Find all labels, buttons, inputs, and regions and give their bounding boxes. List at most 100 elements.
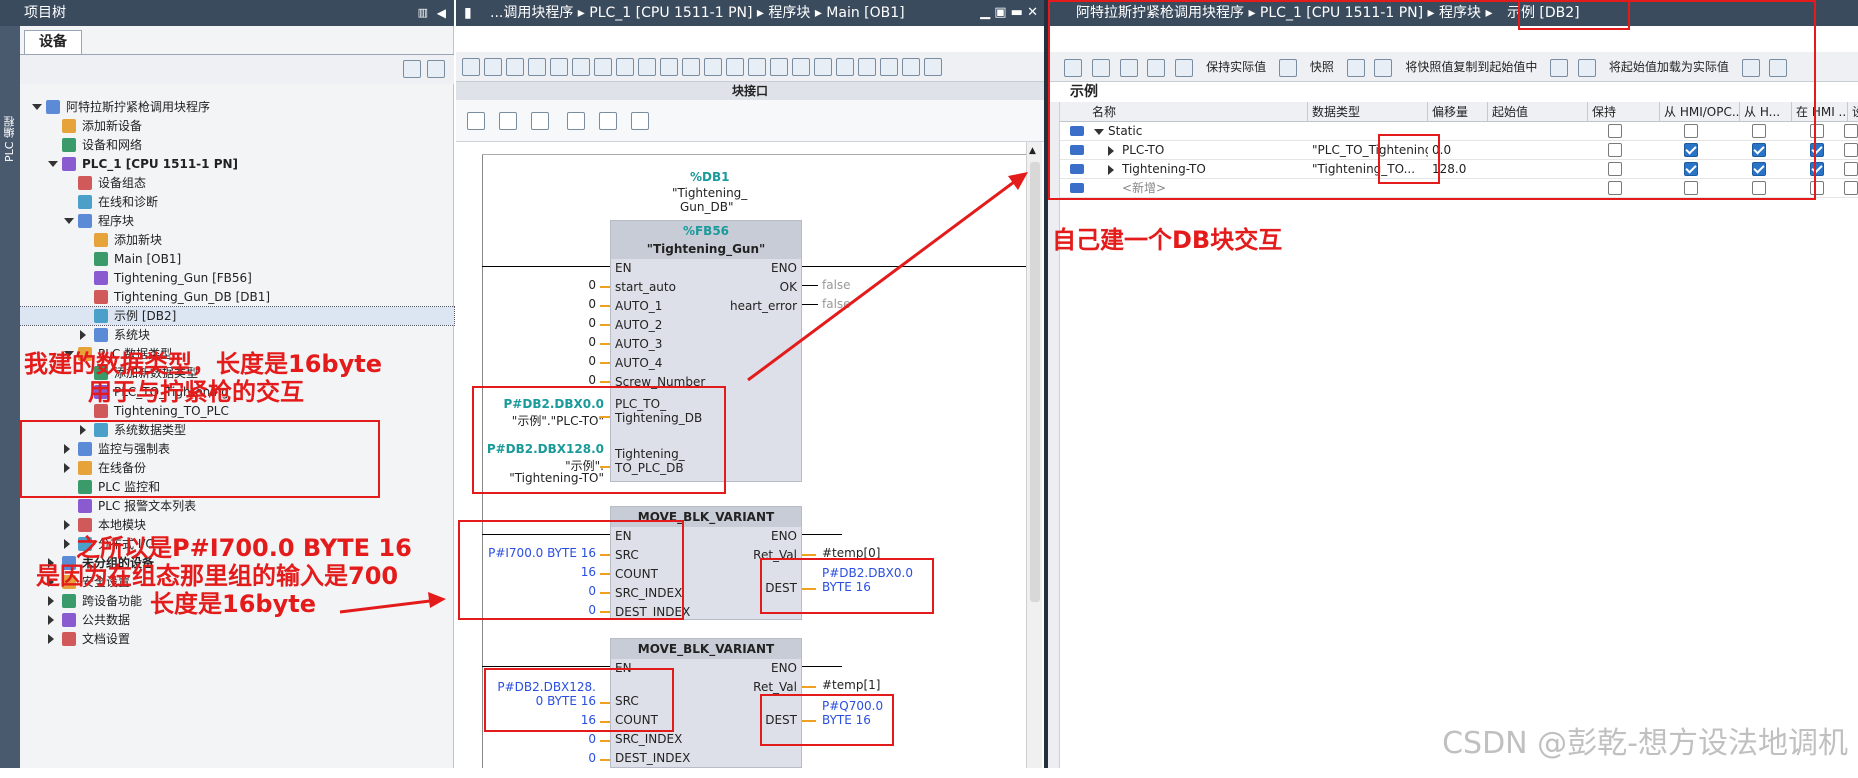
orange-wire — [802, 686, 816, 688]
collapse-icon[interactable]: ◀ — [437, 0, 446, 26]
collapsed-arrow-icon[interactable] — [48, 634, 54, 644]
no-contact-icon[interactable] — [467, 112, 485, 130]
editor-tool-icon[interactable] — [748, 58, 766, 76]
db-table: 名称 数据类型 偏移量 起始值 保持 从 HMI/OPC... 从 H... 在… — [1048, 102, 1858, 768]
checkbox[interactable] — [1844, 143, 1858, 157]
editor-tool-icon[interactable] — [726, 58, 744, 76]
tree-item[interactable]: Main [OB1] — [20, 250, 454, 268]
tree-item[interactable]: 示例 [DB2] — [19, 306, 455, 326]
collapsed-arrow-icon[interactable] — [80, 330, 86, 340]
close-branch-icon[interactable] — [631, 112, 649, 130]
db-gutter — [1048, 102, 1060, 768]
fb-pin-auto4: AUTO_4 — [615, 356, 663, 370]
table-view-icon[interactable] — [403, 60, 421, 78]
network-view-icon[interactable] — [427, 60, 445, 78]
tree-item[interactable]: 程序块 — [20, 212, 454, 230]
tree-item[interactable]: Tightening_Gun [FB56] — [20, 269, 454, 287]
move2-en-wire — [482, 666, 610, 667]
tree-item-label: 设备组态 — [98, 176, 147, 190]
editor-tool-icon[interactable] — [506, 58, 524, 76]
fb-out-val-ok: false — [822, 278, 851, 292]
editor-tool-icon[interactable] — [550, 58, 568, 76]
eno-wire — [802, 266, 1026, 267]
editor-tool-icon[interactable] — [638, 58, 656, 76]
move2-retval-val: #temp[1] — [822, 678, 881, 692]
tree-item[interactable]: PLC_1 [CPU 1511-1 PN] — [20, 155, 454, 173]
editor-tool-icon[interactable] — [462, 58, 480, 76]
tree-node-icon — [94, 309, 108, 323]
coil-icon[interactable] — [531, 112, 549, 130]
col-setpoint[interactable]: 设定值 — [1848, 102, 1858, 122]
collapsed-arrow-icon[interactable] — [48, 615, 54, 625]
tree-node-icon — [46, 100, 60, 114]
editor-tool-icon[interactable] — [880, 58, 898, 76]
editor-tool-icon[interactable] — [660, 58, 678, 76]
editor-tool-icon[interactable] — [792, 58, 810, 76]
editor-tool-icon[interactable] — [616, 58, 634, 76]
empty-box-icon[interactable] — [567, 112, 585, 130]
editor-tool-icon[interactable] — [594, 58, 612, 76]
tree-item-label: 跨设备功能 — [82, 594, 143, 608]
tab-devices[interactable]: 设备 — [24, 30, 82, 54]
scroll-thumb[interactable] — [1030, 162, 1040, 602]
checkbox[interactable] — [1844, 124, 1858, 138]
editor-tool-icon[interactable] — [902, 58, 920, 76]
move2-pin-src-index: SRC_INDEX — [615, 732, 683, 746]
editor-tool-icon[interactable] — [770, 58, 788, 76]
tree-item[interactable]: 添加新块 — [20, 231, 454, 249]
expanded-arrow-icon[interactable] — [32, 104, 42, 110]
editor-tool-icon[interactable] — [814, 58, 832, 76]
editor-tool-icon[interactable] — [836, 58, 854, 76]
window-controls-icon[interactable]: ▁ ▣ ▬ ✕ — [980, 0, 1038, 26]
fb-in-val-auto3: 0 — [588, 335, 596, 349]
tree-item[interactable]: Tightening_Gun_DB [DB1] — [20, 288, 454, 306]
tree-item-label: 添加新块 — [114, 233, 163, 247]
tree-item[interactable]: 在线和诊断 — [20, 193, 454, 211]
tree-item[interactable]: 添加新设备 — [20, 117, 454, 135]
tree-item[interactable]: 设备组态 — [20, 174, 454, 192]
editor-tool-icon[interactable] — [484, 58, 502, 76]
tree-node-icon — [94, 328, 108, 342]
fb56-number: %FB56 — [611, 221, 801, 241]
editor-tool-icon[interactable] — [924, 58, 942, 76]
tree-item[interactable]: 系统块 — [20, 326, 454, 344]
editor-tool-icon[interactable] — [858, 58, 876, 76]
editor-tool-icon[interactable] — [682, 58, 700, 76]
tree-toolbar — [20, 54, 454, 84]
fb-pin-auto2: AUTO_2 — [615, 318, 663, 332]
orange-wire — [600, 740, 610, 742]
tree-node-icon — [62, 138, 76, 152]
collapsed-arrow-icon[interactable] — [64, 539, 70, 549]
tree-item[interactable]: PLC 报警文本列表 — [20, 497, 454, 515]
editor-tool-icon[interactable] — [572, 58, 590, 76]
expanded-arrow-icon[interactable] — [64, 218, 74, 224]
scroll-up-icon[interactable]: ▲ — [1029, 146, 1036, 156]
instance-db-number: %DB1 — [690, 170, 730, 184]
open-branch-icon[interactable] — [599, 112, 617, 130]
tree-item[interactable]: 文档设置 — [20, 630, 454, 648]
tree-item[interactable]: 阿特拉斯拧紧枪调用块程序 — [20, 98, 454, 116]
checkbox[interactable] — [1844, 181, 1858, 195]
highlight-datatypes — [20, 420, 380, 498]
expanded-arrow-icon[interactable] — [48, 161, 58, 167]
tree-node-icon — [94, 290, 108, 304]
block-interface-bar[interactable]: 块接口 — [456, 82, 1044, 100]
move2-eno-wire — [802, 666, 842, 667]
collapsed-arrow-icon[interactable] — [48, 596, 54, 606]
move2-pin-retval: Ret_Val — [753, 680, 797, 694]
collapsed-arrow-icon[interactable] — [64, 520, 70, 530]
highlight-fb-args — [472, 386, 726, 494]
project-tree-titlebar: 项目树 ◀ ▥ — [0, 0, 454, 26]
tree-item[interactable]: 本地模块 — [20, 516, 454, 534]
checkbox[interactable] — [1844, 162, 1858, 176]
tree-item-label: 本地模块 — [98, 518, 147, 532]
fb-pin-ok: OK — [779, 280, 797, 294]
nc-contact-icon[interactable] — [499, 112, 517, 130]
move2-pin-dest-index: DEST_INDEX — [615, 751, 691, 765]
pin-icon[interactable]: ▥ — [418, 0, 428, 26]
tree-item[interactable]: 设备和网络 — [20, 136, 454, 154]
tree-item-label: 添加新设备 — [82, 119, 143, 133]
editor-tool-icon[interactable] — [704, 58, 722, 76]
editor-tool-icon[interactable] — [528, 58, 546, 76]
editor-scrollbar[interactable]: ▲ — [1026, 142, 1042, 768]
